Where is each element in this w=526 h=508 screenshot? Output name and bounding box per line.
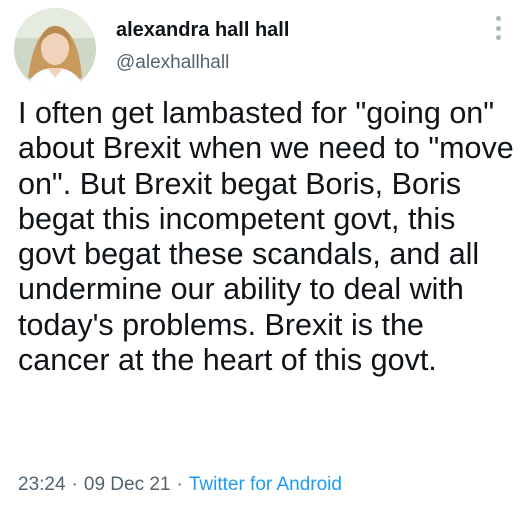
- author-name[interactable]: alexandra hall hall: [116, 19, 289, 42]
- author-handle[interactable]: @alexhallhall: [116, 52, 229, 74]
- dot: [495, 35, 501, 40]
- tweet-card: alexandra hall hall @alexhallhall I ofte…: [0, 0, 526, 508]
- more-vertical-icon[interactable]: [488, 14, 508, 42]
- tweet-source-link[interactable]: Twitter for Android: [189, 474, 342, 495]
- avatar[interactable]: [14, 8, 96, 90]
- tweet-date[interactable]: 09 Dec 21: [84, 474, 171, 495]
- tweet-text: I often get lambasted for "going on" abo…: [18, 96, 514, 378]
- meta-separator: ·: [71, 474, 78, 495]
- avatar-image: [14, 8, 96, 90]
- dot: [495, 16, 501, 21]
- tweet-time[interactable]: 23:24: [18, 474, 66, 495]
- dot: [495, 25, 501, 31]
- tweet-meta: 23:24 · 09 Dec 21 · Twitter for Android: [18, 474, 342, 496]
- meta-separator: ·: [176, 474, 183, 495]
